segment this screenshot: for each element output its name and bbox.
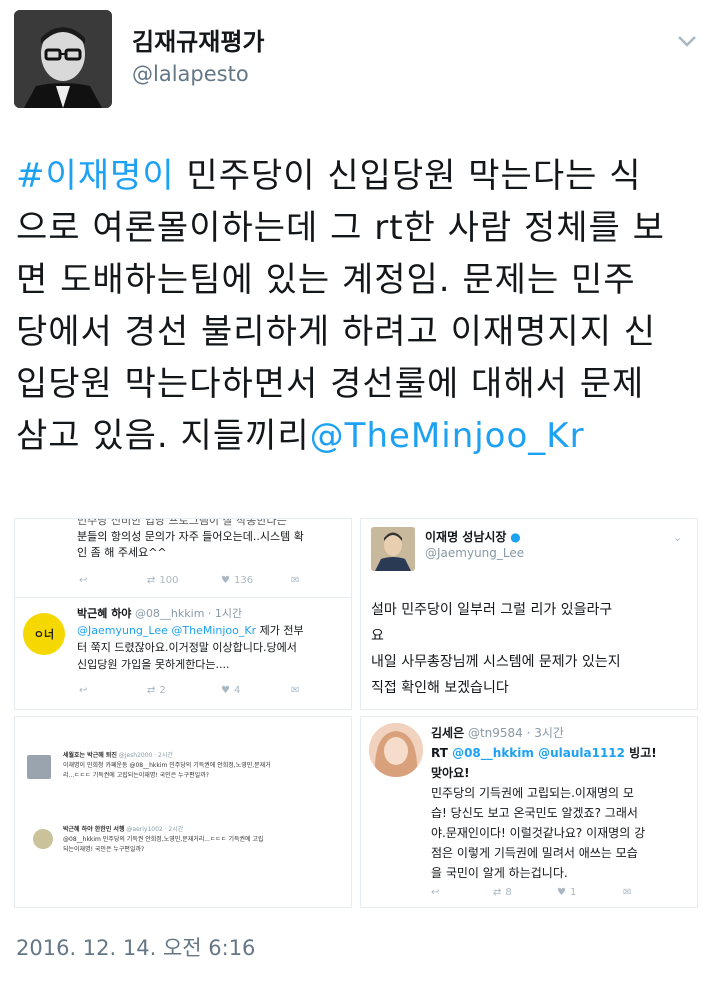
reply-author-name[interactable]: 박근혜 하야	[77, 607, 131, 620]
reply-text: 신입당원 가입을 못하게한다는....	[77, 658, 230, 671]
hashtag-link[interactable]: #이재명이	[16, 156, 175, 196]
tweet-line-1: 민주당이 신입당원 막는다는 식	[174, 156, 642, 196]
attached-screenshot-1[interactable]: 민주당 신비한 입당 프로그램이 잘 작동한다는 분들의 항의성 문의가 자주 …	[14, 518, 352, 710]
retweet-icon[interactable]: ⇄ 8	[493, 887, 512, 898]
author-name[interactable]: 세월호는 박근혜 퇴진	[63, 752, 117, 759]
reply-meta: @08__hkkim · 1시간	[134, 607, 243, 620]
author-handle[interactable]: @lalapesto	[132, 62, 249, 86]
tweet-meta: @aeriy1002 · 2시간	[126, 826, 184, 833]
tweet-line: 습! 당신도 보고 온국민도 알겠죠? 그래서	[431, 806, 638, 820]
tweet-line: 요	[371, 628, 384, 644]
attached-screenshot-2[interactable]: 이재명 성남시장 ● @Jaemyung_Lee ⌄ 설마 민주당이 일부러 그…	[360, 518, 698, 710]
tweet-line: @08__hkkim 민주당의 기득권 안희정,노영민,문재거리...ㄷㄷㄷ 기…	[63, 836, 264, 843]
mention-link[interactable]: @ulaula1112	[538, 746, 625, 760]
retweet-count: 2	[159, 685, 166, 696]
like-icon[interactable]: ♥ 1	[557, 887, 576, 898]
tweet-text: #이재명이 민주당이 신입당원 막는다는 식 으로 여론몰이하는데 그 rt한 …	[16, 150, 706, 462]
retweet-count: 8	[505, 887, 512, 898]
reply-avatar[interactable]	[33, 829, 53, 849]
quoted-line: 분들의 항의성 문의가 자주 들어오는데..시스템 확	[77, 530, 304, 543]
like-count: 1	[569, 887, 577, 898]
like-icon[interactable]: ♥ 136	[221, 575, 253, 586]
tweet-timestamp[interactable]: 2016. 12. 14. 오전 6:16	[16, 932, 255, 962]
reply-avatar[interactable]	[369, 723, 423, 777]
mention-link[interactable]: @Jaemyung_Lee	[77, 624, 168, 637]
message-icon[interactable]: ✉	[291, 575, 299, 586]
message-icon[interactable]: ✉	[291, 685, 299, 696]
reply-text: 터 쭉지 드렸잖아요.이거정말 이상합니다.당에서	[77, 641, 297, 654]
tweet-line: 민주당의 기득권에 고립되는.이재명의 모	[431, 786, 634, 800]
tweet-line-3: 면 도배하는팀에 있는 계정임. 문제는 민주	[16, 260, 636, 300]
verified-icon: ●	[510, 530, 521, 544]
tweet-line: 설마 민주당이 일부러 그럴 리가 있을라구	[371, 602, 613, 618]
reply-avatar[interactable]	[27, 755, 51, 779]
tweet-meta: @tn9584 · 3시간	[467, 726, 564, 740]
reply-icon[interactable]: ↩	[79, 685, 87, 696]
tweet-line-2: 으로 여론몰이하는데 그 rt한 사람 정체를 보	[16, 208, 665, 248]
rt-prefix: RT	[431, 746, 453, 760]
reply-avatar[interactable]: ㅇ너	[23, 613, 65, 655]
attached-screenshot-4[interactable]: 김세은 @tn9584 · 3시간 RT @08__hkkim @ulaula1…	[360, 716, 698, 908]
tweet-header: 김재규재평가 @lalapesto	[0, 0, 720, 120]
reply-avatar[interactable]	[371, 527, 415, 571]
like-count: 136	[233, 575, 254, 586]
quoted-line: 인 좀 해 주세요^^	[77, 546, 167, 559]
retweet-count: 100	[159, 575, 179, 586]
tweet-line-5: 입당원 막는다하면서 경선룰에 대해서 문제	[16, 364, 645, 404]
retweet-icon[interactable]: ⇄ 100	[147, 575, 178, 586]
tweet-line: 맞아요!	[431, 766, 470, 780]
tweet-line: 직접 확인해 보겠습니다	[371, 680, 509, 696]
message-icon[interactable]: ✉	[623, 887, 631, 898]
author-name[interactable]: 이재명 성남시장	[425, 530, 506, 544]
author-display-name[interactable]: 김재규재평가	[132, 22, 264, 57]
tweet-meta: @jesh2000 · 2시간	[118, 752, 173, 759]
like-icon[interactable]: ♥ 4	[221, 685, 240, 696]
mention-link[interactable]: @08__hkkim	[452, 746, 534, 760]
tweet-line: 리...ㄷㄷㄷ 기득권에 고립되는이재명! 국민은 누구편일까?	[63, 772, 209, 779]
chevron-down-icon[interactable]: ⌄	[673, 531, 682, 544]
tweet-line-4: 당에서 경선 불리하게 하려고 이재명지지 신	[16, 312, 657, 352]
tweet-line-6: 삼고 있음. 지들끼리	[16, 416, 310, 456]
like-count: 4	[233, 685, 241, 696]
chevron-down-icon[interactable]	[672, 26, 702, 56]
tweet-line: 내일 사무총장님께 시스템에 문제가 있는지	[371, 654, 621, 670]
author-name[interactable]: 김세은	[431, 726, 464, 740]
tweet-line: 점은 이렇게 기득권에 밀려서 애쓰는 모습	[431, 846, 638, 860]
reply-icon[interactable]: ↩	[79, 575, 87, 586]
tweet-line: 야.문재인이다! 이럴것같나요? 이재명의 강	[431, 826, 646, 840]
author-handle[interactable]: @Jaemyung_Lee	[425, 545, 524, 561]
author-avatar[interactable]	[14, 10, 112, 108]
retweet-icon[interactable]: ⇄ 2	[147, 685, 166, 696]
tweet-line: 을 국민이 알게 하는겁니다.	[431, 866, 568, 880]
author-name[interactable]: 박근혜 하야 한한민 서행	[63, 826, 124, 833]
divider	[15, 597, 351, 598]
quoted-line: 민주당 신비한 입당 프로그램이 잘 작동한다는	[77, 518, 287, 527]
reply-text: 제가 전부	[256, 624, 304, 637]
reply-icon[interactable]: ↩	[431, 887, 439, 898]
attached-screenshot-3[interactable]: 세월호는 박근혜 퇴진 @jesh2000 · 2시간 이재명이 민희청 카페운…	[14, 716, 352, 908]
mention-link[interactable]: @TheMinjoo_Kr	[171, 624, 256, 637]
tweet-line: 이재명이 민희청 카페운동 @08__hkkim 민주당의 기득권에 안희정,노…	[63, 762, 271, 769]
mention-link[interactable]: @TheMinjoo_Kr	[310, 416, 585, 456]
tweet-line: 되는이재명! 국민은 누구편일까?	[63, 846, 145, 853]
tweet-line: 빙고!	[625, 746, 657, 760]
